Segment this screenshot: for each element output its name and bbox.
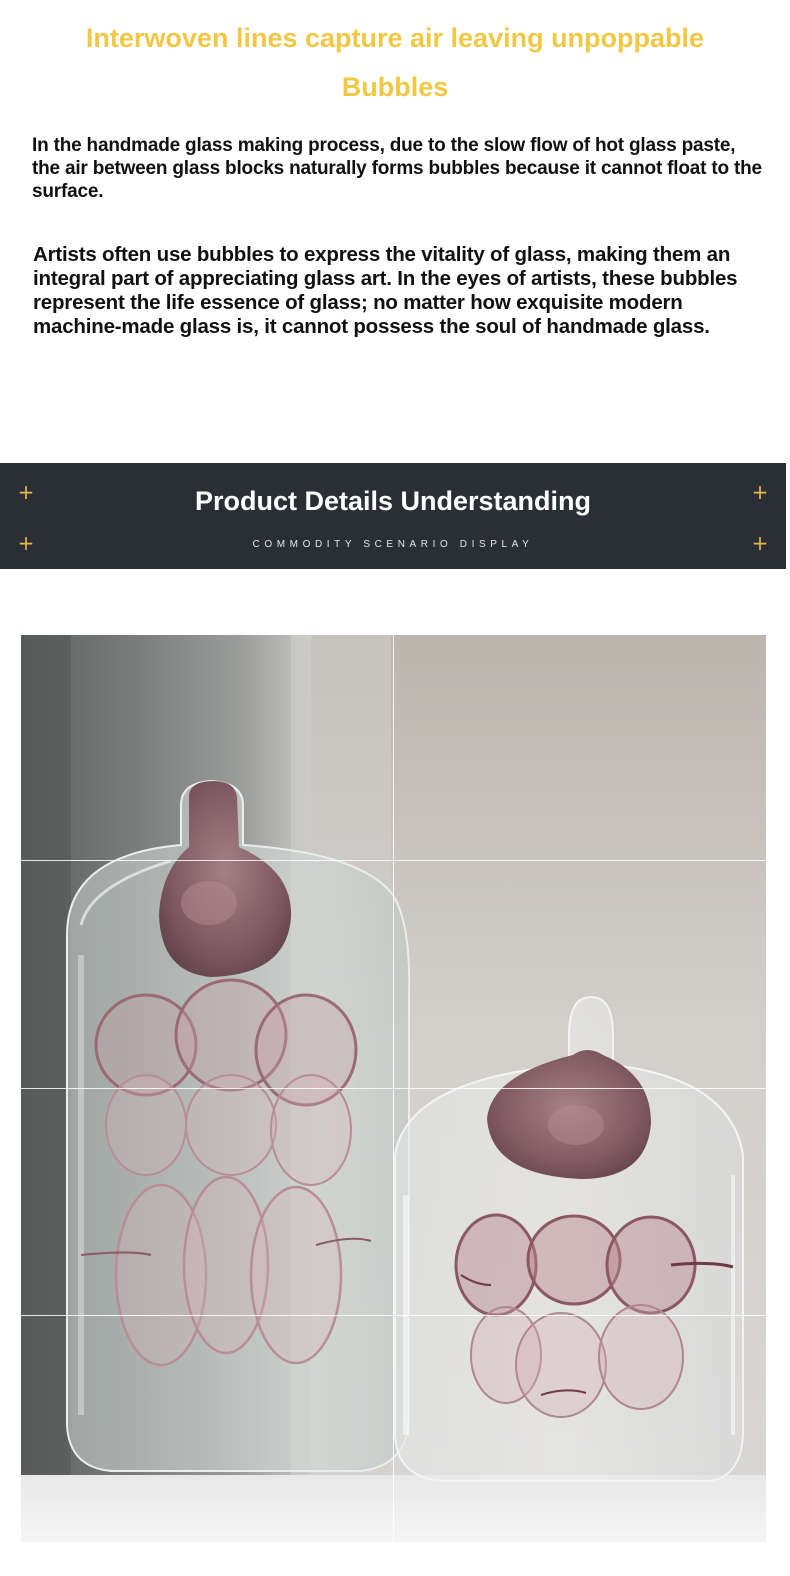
product-photo bbox=[21, 635, 766, 1542]
intro-headline: Interwoven lines capture air leaving unp… bbox=[85, 23, 705, 102]
grid-divider bbox=[21, 1315, 766, 1316]
intro-paragraph-2: Artists often use bubbles to express the… bbox=[33, 243, 738, 338]
banner-subtitle: COMMODITY SCENARIO DISPLAY bbox=[252, 539, 534, 550]
intro-paragraph-1: In the handmade glass making process, du… bbox=[32, 135, 762, 202]
grid-divider bbox=[21, 1088, 766, 1089]
details-banner: + + + + Product Details Understanding CO… bbox=[0, 463, 786, 569]
grid-divider bbox=[21, 860, 766, 861]
banner-title: Product Details Understanding bbox=[194, 486, 592, 516]
intro-section: Interwoven lines capture air leaving unp… bbox=[0, 0, 790, 463]
